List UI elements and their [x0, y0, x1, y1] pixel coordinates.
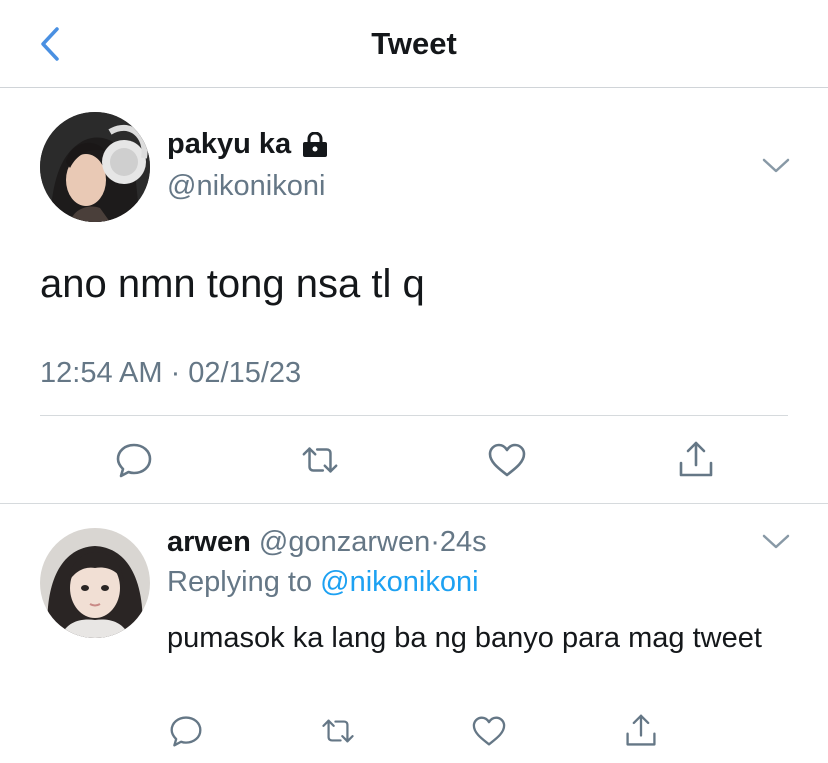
reply-icon	[116, 443, 152, 478]
chevron-down-icon	[762, 534, 790, 549]
reply-author-avatar[interactable]	[40, 528, 150, 638]
retweet-icon	[322, 719, 354, 743]
retweet-icon	[302, 447, 338, 473]
reply-author-name[interactable]: arwen	[167, 526, 251, 558]
share-button[interactable]	[623, 713, 659, 749]
reply-icon	[170, 716, 202, 747]
like-button[interactable]	[471, 713, 507, 749]
page-title: Tweet	[371, 26, 457, 61]
share-button[interactable]	[676, 440, 716, 480]
reply-author-handle[interactable]: @gonzarwen	[259, 526, 430, 558]
author-handle[interactable]: @nikonikoni	[167, 170, 325, 203]
reply-timestamp: 24s	[439, 526, 487, 558]
tweet-timestamp: 12:54 AM · 02/15/23	[40, 357, 302, 389]
replying-to-handle[interactable]: @nikonikoni	[320, 566, 478, 598]
tweet-text: ano nmn tong nsa tl q	[40, 262, 425, 306]
replying-to-line: Replying to @nikonikoni	[167, 566, 479, 599]
top-nav-bar: Tweet	[0, 0, 828, 88]
heart-icon	[472, 716, 506, 746]
tweet-menu-button[interactable]	[761, 156, 791, 176]
replying-to-label: Replying to	[167, 566, 313, 598]
retweet-button[interactable]	[320, 713, 356, 749]
lock-icon	[301, 131, 329, 158]
reply-button[interactable]	[114, 440, 154, 480]
reply-button[interactable]	[168, 713, 204, 749]
retweet-button[interactable]	[300, 440, 340, 480]
divider	[0, 503, 828, 504]
author-name-text: pakyu ka	[167, 128, 292, 160]
like-button[interactable]	[487, 440, 527, 480]
separator-dot: ·	[430, 526, 440, 558]
share-icon	[679, 441, 713, 477]
chevron-down-icon	[762, 158, 790, 173]
divider	[40, 415, 788, 416]
share-icon	[626, 714, 656, 746]
author-display-name[interactable]: pakyu ka	[167, 128, 329, 161]
heart-icon	[488, 443, 526, 477]
reply-text: pumasok ka lang ba ng banyo para mag twe…	[167, 622, 762, 654]
reply-header: arwen @gonzarwen·24s	[167, 526, 487, 559]
reply-menu-button[interactable]	[761, 532, 791, 552]
author-avatar[interactable]	[40, 112, 150, 222]
